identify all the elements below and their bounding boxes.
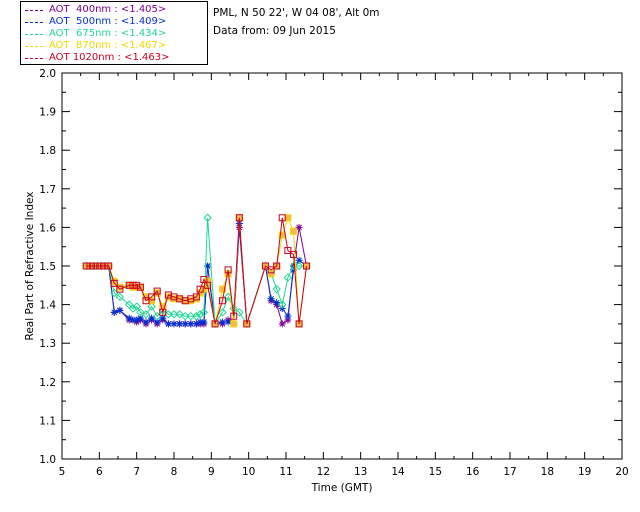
data-point [284, 312, 292, 320]
data-point [110, 308, 118, 316]
x-axis-label: Time (GMT) [311, 482, 373, 494]
legend-label: AOT 675nm : <1.434> [49, 28, 167, 39]
legend-swatch [25, 57, 43, 59]
x-tick-label: 18 [541, 466, 554, 478]
x-tick-label: 20 [615, 466, 628, 478]
y-tick-label: 1.9 [39, 107, 56, 119]
legend-swatch [25, 9, 43, 11]
x-tick-label: 11 [279, 466, 292, 478]
data-point [116, 306, 124, 314]
y-tick-label: 1.7 [39, 184, 56, 196]
y-tick-label: 1.5 [39, 261, 56, 273]
legend-swatch [25, 21, 43, 23]
y-tick-label: 1.0 [39, 454, 56, 466]
x-tick-label: 6 [96, 466, 103, 478]
y-tick-label: 2.0 [39, 68, 56, 80]
data-point [200, 318, 208, 326]
legend-label: AOT 1020nm : <1.463> [49, 52, 170, 63]
legend-label: AOT 870nm : <1.467> [49, 40, 167, 51]
x-tick-label: 14 [391, 466, 405, 478]
legend-entry: AOT 500nm : <1.409> [25, 16, 166, 28]
legend-label: AOT 400nm : <1.405> [49, 4, 167, 15]
y-tick-label: 1.4 [39, 300, 56, 312]
x-tick-label: 10 [242, 466, 255, 478]
y-tick-label: 1.2 [39, 377, 56, 389]
chart-plot-area [82, 213, 311, 329]
y-axis-label: Real Part of Refractive Index [24, 192, 36, 341]
legend-swatch [25, 33, 43, 35]
x-tick-label: 17 [503, 466, 516, 478]
x-tick-label: 15 [429, 466, 442, 478]
y-tick-label: 1.1 [39, 415, 56, 427]
y-tick-label: 1.6 [39, 222, 56, 234]
x-tick-label: 19 [578, 466, 591, 478]
data-point [230, 320, 238, 328]
legend-entry: AOT 400nm : <1.405> [25, 4, 166, 16]
x-tick-label: 7 [133, 466, 140, 478]
x-tick-label: 16 [466, 466, 480, 478]
x-tick-label: 8 [171, 466, 178, 478]
data-point [289, 227, 297, 235]
legend-entry: AOT 675nm : <1.434> [25, 28, 166, 40]
chart-legend: AOT 400nm : <1.405> AOT 500nm : <1.409> … [20, 1, 208, 65]
date-info: Data from: 09 Jun 2015 [213, 25, 336, 37]
legend-swatch [25, 45, 43, 47]
data-point [142, 318, 150, 326]
legend-entry: AOT 1020nm : <1.463> [25, 52, 169, 64]
x-tick-label: 13 [354, 466, 367, 478]
chart-canvas: 5 6 7 8 9 10 11 12 13 14 15 16 17 18 19 20 1.0 1.1 1.2 1.3 1… [24, 68, 629, 494]
data-point [267, 270, 275, 278]
y-tick-label: 1.8 [39, 145, 56, 157]
data-point [267, 295, 275, 303]
legend-label: AOT 500nm : <1.409> [49, 16, 167, 27]
data-point [278, 320, 286, 328]
x-tick-label: 9 [208, 466, 215, 478]
legend-entry: AOT 870nm : <1.467> [25, 40, 166, 52]
x-tick-label: 5 [59, 466, 66, 478]
y-tick-label: 1.3 [39, 338, 56, 350]
data-point [200, 285, 208, 293]
plot-frame [61, 72, 623, 460]
x-tick-label: 12 [317, 466, 330, 478]
site-info: PML, N 50 22', W 04 08', Alt 0m [213, 7, 380, 19]
